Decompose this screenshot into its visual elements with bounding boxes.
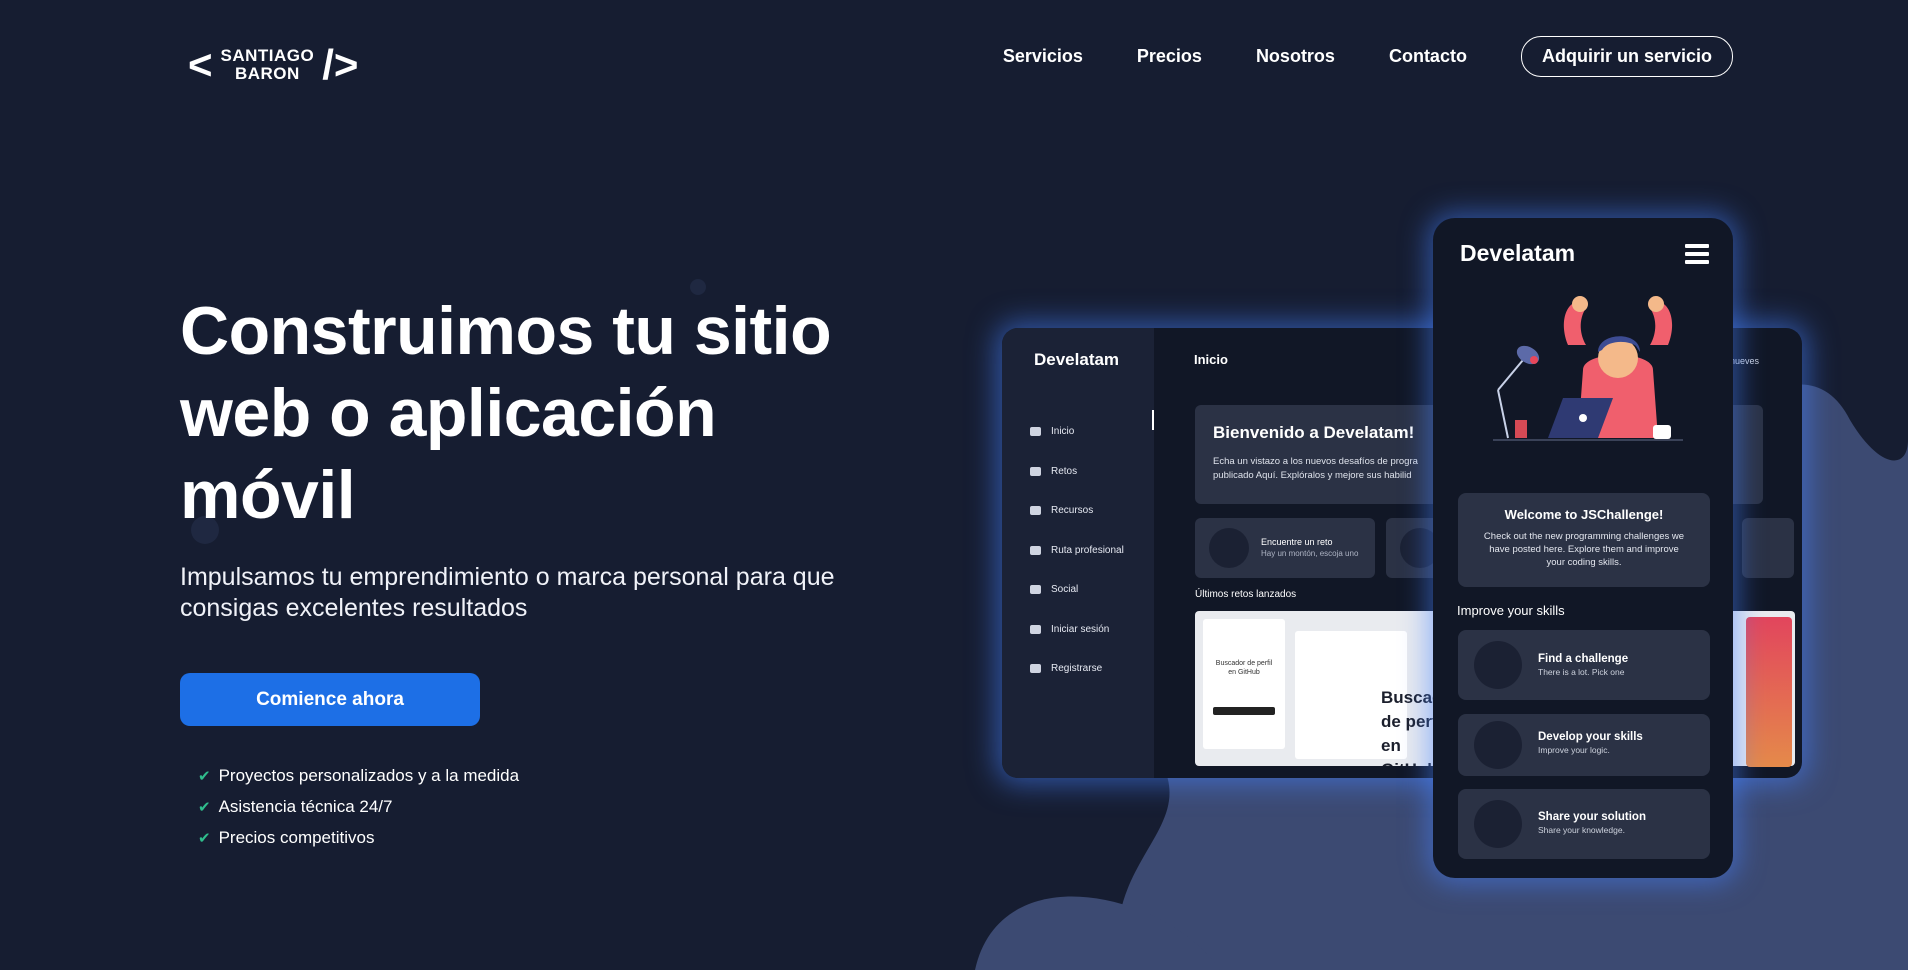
mockup-color-card [1746,617,1792,767]
top-navigation: Servicios Precios Nosotros Contacto Adqu… [1003,36,1733,77]
feature-item: ✔ Proyectos personalizados y a la medida [198,760,519,791]
mockup-menu-label: Registrarse [1051,663,1103,675]
logo-right-bracket: /> [322,41,359,88]
code-window-icon [1209,528,1249,568]
phone-mockup: Develatam Welcome to JSChallenge! Check … [1433,218,1733,878]
hero-subtitle: Impulsamos tu emprendimiento o marca per… [180,563,835,622]
nav-link-servicios[interactable]: Servicios [1003,46,1083,67]
phone-item-develop-skills[interactable]: Develop your skills Improve your logic. [1458,714,1710,776]
folder-icon [1030,506,1041,516]
user-icon [1030,624,1041,634]
social-icon [1030,585,1041,595]
mockup-menu-label: Ruta profesional [1051,544,1124,556]
acquire-service-button[interactable]: Adquirir un servicio [1520,36,1733,77]
mockup-active-indicator [1152,410,1154,430]
phone-item-title: Find a challenge [1538,653,1629,665]
mockup-brand: Develatam [1034,350,1120,369]
feature-item: ✔ Precios competitivos [198,822,519,853]
phone-welcome-text: Check out the new programming challenges… [1483,531,1685,568]
start-now-button[interactable]: Comience ahora [180,673,480,726]
phone-item-share-solution[interactable]: Share your solution Share your knowledge… [1458,789,1710,859]
share-network-icon [1474,800,1522,848]
mockup-card-title: Encuentre un reto [1261,537,1333,547]
mockup-right-text: nueves [1730,356,1760,366]
mockup-menu-item: Registrarse [1030,649,1124,689]
feature-label: Precios competitivos [218,827,375,847]
mockup-welcome-text: Echa un vistazo a los nuevos desafíos de… [1213,456,1418,481]
mockup-menu-item: Retos [1030,452,1124,492]
logo-text: SANTIAGO BARON [221,47,315,83]
site-logo[interactable]: < SANTIAGO BARON /> [188,44,358,86]
mockup-menu-item: Recursos [1030,491,1124,531]
mockup-card-edge [1742,518,1794,578]
nav-link-nosotros[interactable]: Nosotros [1256,46,1335,67]
phone-item-find-challenge[interactable]: Find a challenge There is a lot. Pick on… [1458,630,1710,700]
nav-link-precios[interactable]: Precios [1137,46,1202,67]
mockup-menu-label: Retos [1051,465,1078,477]
code-window-icon [1474,641,1522,689]
preview-search-bar [1213,707,1275,715]
phone-welcome-card: Welcome to JSChallenge! Check out the ne… [1458,493,1710,587]
logo-line2: BARON [234,64,300,83]
mockup-sidebar: Develatam Inicio Retos Recursos Ruta pro… [1002,328,1154,778]
mockup-menu-item: Iniciar sesión [1030,610,1124,650]
road-icon [1030,545,1041,555]
hamburger-menu-icon[interactable] [1685,244,1709,264]
preview-search-card: Buscador de perfil en GitHub [1203,619,1285,749]
phone-item-title: Share your solution [1538,811,1646,823]
check-icon: ✔ [198,829,211,847]
mockup-section-title: Últimos retos lanzados [1195,589,1297,600]
logo-left-bracket: < [188,41,213,88]
mockup-menu-item: Inicio [1030,412,1124,452]
hero-title: Construimos tu sitio web o aplicación mó… [180,293,832,533]
check-icon: ✔ [198,767,211,785]
mockup-menu-label: Recursos [1051,505,1094,517]
mockup-menu: Inicio Retos Recursos Ruta profesional S… [1030,412,1124,689]
phone-item-title: Develop your skills [1538,731,1643,743]
home-icon [1030,427,1041,437]
feature-list: ✔ Proyectos personalizados y a la medida … [198,760,519,853]
mockup-menu-item: Ruta profesional [1030,531,1124,571]
check-icon: ✔ [198,798,211,816]
logo-line1: SANTIAGO [220,46,315,65]
mockup-menu-item: Social [1030,570,1124,610]
mockup-menu-label: Inicio [1051,426,1075,438]
phone-welcome-title: Welcome to JSChallenge! [1504,507,1664,522]
nav-link-contacto[interactable]: Contacto [1389,46,1467,67]
register-icon [1030,664,1041,674]
phone-item-sub: Improve your logic. [1538,745,1610,755]
mockup-header: Inicio [1194,352,1228,367]
feature-label: Asistencia técnica 24/7 [218,796,393,816]
preview-search-title: Buscador de perfil en GitHub [1215,660,1273,676]
phone-brand: Develatam [1460,240,1576,266]
mockup-menu-label: Social [1051,584,1079,596]
feature-item: ✔ Asistencia técnica 24/7 [198,791,519,822]
phone-section-title: Improve your skills [1457,603,1565,618]
celebrating-developer-illustration [1493,296,1683,441]
phone-item-sub: Share your knowledge. [1538,825,1625,835]
mockup-menu-label: Iniciar sesión [1051,623,1110,635]
mockup-find-card: Encuentre un reto Hay un montón, escoja … [1195,518,1375,578]
phone-item-sub: There is a lot. Pick one [1538,667,1625,677]
flag-icon [1030,466,1041,476]
head-gear-icon [1474,721,1522,769]
mockup-welcome-title: Bienvenido a Develatam! [1213,423,1415,442]
mockup-card-sub: Hay un montón, escoja uno [1261,549,1359,558]
feature-label: Proyectos personalizados y a la medida [218,765,520,785]
